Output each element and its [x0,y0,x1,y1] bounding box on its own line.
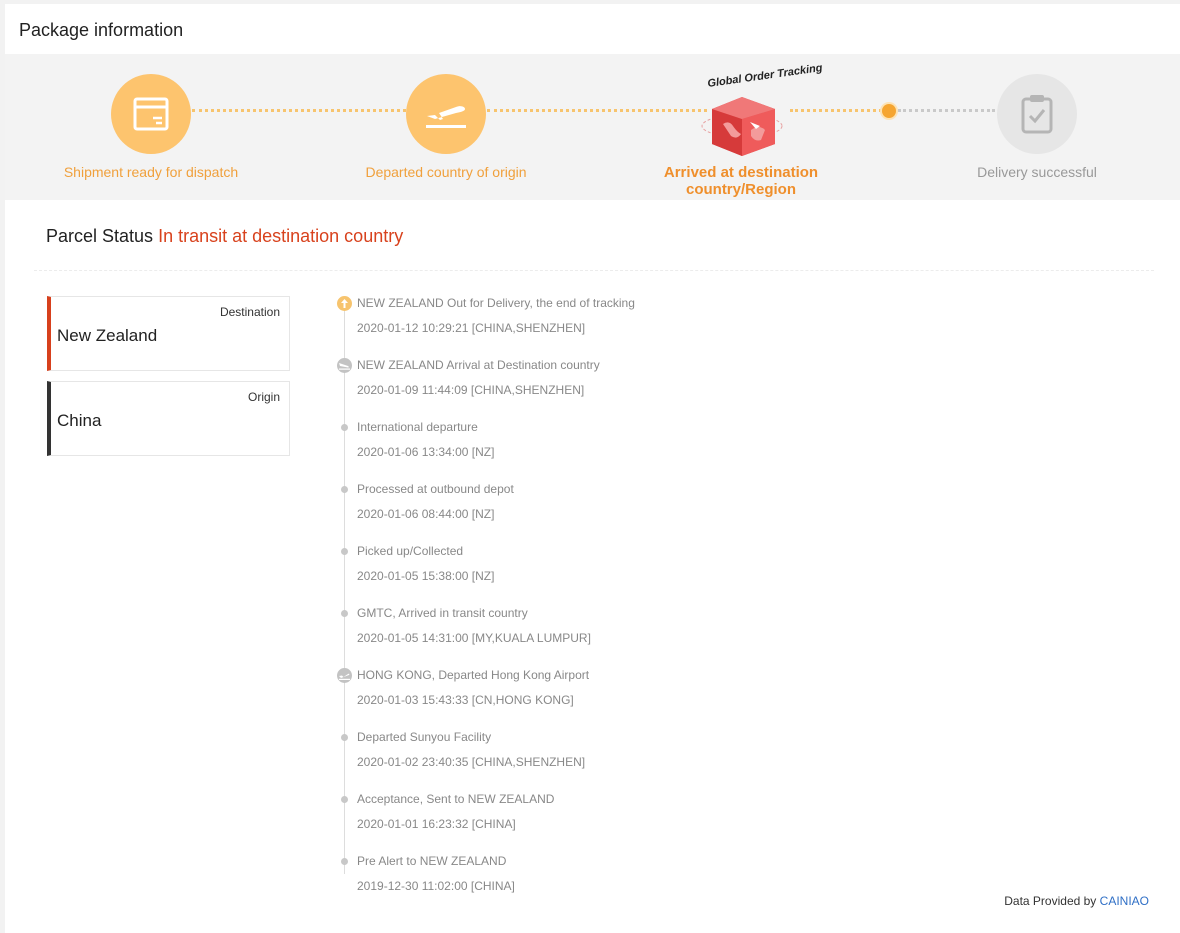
timeline-dot [337,606,352,621]
parcel-status: Parcel Status In transit at destination … [46,226,403,247]
timeline-event: Picked up/Collected 2020-01-05 15:38:00 [… [337,544,757,604]
progress-connector [898,109,995,112]
timeline-event: Processed at outbound depot 2020-01-06 08… [337,482,757,542]
step-label-dispatch: Shipment ready for dispatch [63,164,239,180]
timeline-event: NEW ZEALAND Arrival at Destination count… [337,358,757,418]
progress-connector [790,109,882,112]
timeline-event: HONG KONG, Departed Hong Kong Airport 202… [337,668,757,728]
timeline-event-desc: NEW ZEALAND Out for Delivery, the end of… [357,296,635,310]
timeline-dot [341,858,348,865]
package-icon [111,74,191,154]
timeline-dot [337,792,352,807]
timeline-dot [337,482,352,497]
destination-tag: Destination [219,305,280,319]
current-step-dot [882,104,896,118]
timeline-dot [337,544,352,559]
timeline-event-time: 2020-01-03 15:43:33 [CN,HONG KONG] [357,693,574,707]
timeline-event-desc: Departed Sunyou Facility [357,730,492,744]
timeline-event: International departure 2020-01-06 13:34:… [337,420,757,480]
arrow-up-icon [337,296,352,311]
origin-tag: Origin [247,390,280,404]
divider [34,270,1154,271]
timeline-dot [337,420,352,435]
timeline-event-time: 2020-01-05 15:38:00 [NZ] [357,569,495,583]
plane-arrival-icon [337,358,352,373]
arrow-up-icon [337,296,352,311]
timeline-event-desc: NEW ZEALAND Arrival at Destination count… [357,358,600,372]
parcel-status-label: Parcel Status [46,226,154,246]
clipboard-check-icon [997,74,1077,154]
timeline-dot [341,796,348,803]
timeline-event-time: 2020-01-02 23:40:35 [CHINA,SHENZHEN] [357,755,586,769]
timeline-event-desc: Picked up/Collected [357,544,464,558]
provider-prefix: Data Provided by [1004,894,1097,908]
timeline-event-time: 2019-12-30 11:02:00 [CHINA] [357,879,515,893]
plane-departure-icon [406,74,486,154]
timeline-event-time: 2020-01-01 16:23:32 [CHINA] [357,817,516,831]
timeline-event: NEW ZEALAND Out for Delivery, the end of… [337,296,757,356]
timeline-event-desc: HONG KONG, Departed Hong Kong Airport [357,668,590,682]
provider-link[interactable]: CAINIAO [1100,894,1149,908]
origin-card: Origin China [47,381,290,456]
timeline-dot [341,424,348,431]
step-label-departed: Departed country of origin [365,164,527,180]
timeline-dot [341,610,348,617]
data-provider: Data Provided by CAINIAO [1004,894,1149,908]
timeline-dot [337,854,352,869]
timeline-event-desc: Processed at outbound depot [357,482,514,496]
plane-departure-icon [337,668,352,683]
timeline-event-desc: Acceptance, Sent to NEW ZEALAND [357,792,555,806]
timeline-event-time: 2020-01-09 11:44:09 [CHINA,SHENZHEN] [357,383,585,397]
timeline-event: Departed Sunyou Facility 2020-01-02 23:40… [337,730,757,790]
step-label-delivered: Delivery successful [977,164,1097,180]
plane-departure-icon [337,668,352,683]
timeline-event-time: 2020-01-06 08:44:00 [NZ] [357,507,495,521]
timeline-event-desc: GMTC, Arrived in transit country [357,606,528,620]
destination-name: New Zealand [57,326,158,345]
timeline-event-time: 2020-01-12 10:29:21 [CHINA,SHENZHEN] [357,321,586,335]
timeline-event: Acceptance, Sent to NEW ZEALAND 2020-01-0… [337,792,757,852]
progress-connector [487,109,707,112]
timeline-event-time: 2020-01-06 13:34:00 [NZ] [357,445,495,459]
destination-card: Destination New Zealand [47,296,290,371]
package-information-panel: Package information Shipment ready for d… [5,4,1180,933]
timeline-event-desc: Pre Alert to NEW ZEALAND [357,854,507,868]
timeline-event: GMTC, Arrived in transit country 2020-01-… [337,606,757,666]
timeline-dot [341,548,348,555]
step-label-arrived: Arrived at destination country/Region [663,164,819,198]
timeline-event-desc: International departure [357,420,478,434]
plane-arrival-icon [337,358,352,373]
origin-name: China [57,411,102,430]
progress-tracker: Shipment ready for dispatch Departed cou… [5,54,1180,200]
timeline-dot [341,486,348,493]
page-title: Package information [19,20,184,40]
progress-connector [192,109,406,112]
timeline-dot [337,730,352,745]
timeline-event-time: 2020-01-05 14:31:00 [MY,KUALA LUMPUR] [357,631,591,645]
timeline-event: Pre Alert to NEW ZEALAND 2019-12-30 11:02… [337,854,757,914]
parcel-status-value: In transit at destination country [158,226,404,246]
timeline-dot [341,734,348,741]
